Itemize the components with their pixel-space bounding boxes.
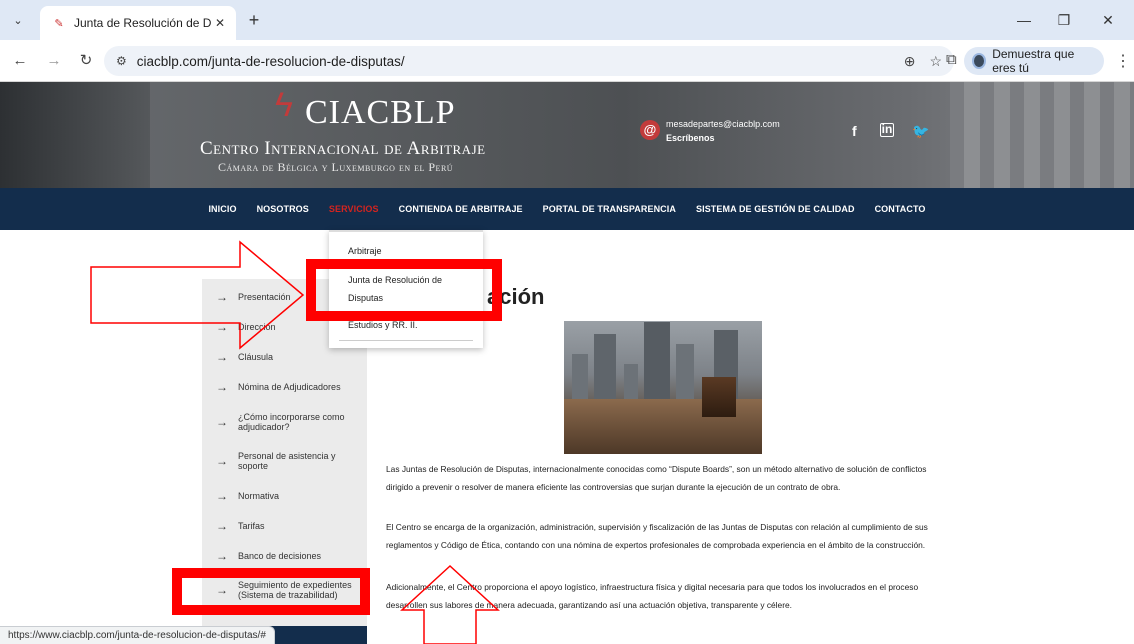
- arrow-right-icon: →: [216, 290, 228, 304]
- nav-calidad[interactable]: SISTEMA DE GESTIÓN DE CALIDAD: [696, 204, 855, 214]
- nav-servicios[interactable]: SERVICIOS: [329, 204, 379, 214]
- site-favicon-icon: ✎: [54, 17, 64, 30]
- minimize-icon[interactable]: —: [1014, 10, 1034, 30]
- arrow-right-icon: →: [216, 454, 228, 468]
- arrow-right-icon: →: [216, 415, 228, 429]
- site-info-icon[interactable]: ⚙: [116, 54, 127, 68]
- annotation-box-seguimiento: [172, 568, 370, 615]
- linkedin-icon[interactable]: in: [880, 123, 894, 137]
- arrow-right-icon: →: [216, 489, 228, 503]
- arrow-right-icon: →: [216, 380, 228, 394]
- url-text[interactable]: ciacblp.com/junta-de-resolucion-de-dispu…: [137, 54, 890, 69]
- sidebar-item-personal[interactable]: → Personal de asistencia y soporte: [202, 451, 367, 471]
- dropdown-item-arbitraje[interactable]: Arbitraje: [348, 246, 382, 256]
- new-tab-button[interactable]: +: [244, 11, 264, 31]
- close-tab-icon[interactable]: ✕: [212, 16, 228, 30]
- logo-name[interactable]: CIACBLP: [305, 94, 456, 132]
- header-bg-right: [950, 82, 1134, 188]
- zoom-icon[interactable]: ⊕: [904, 53, 916, 70]
- sidebar-item-nomina[interactable]: → Nómina de Adjudicadores: [202, 380, 367, 394]
- reload-icon[interactable]: ↻: [76, 51, 96, 71]
- site-header: [0, 82, 1134, 188]
- link-status-bar: https://www.ciacblp.com/junta-de-resoluc…: [0, 626, 275, 644]
- arrow-right-icon: →: [216, 350, 228, 364]
- sidebar-item-normativa[interactable]: → Normativa: [202, 489, 367, 503]
- extensions-icon[interactable]: ⧉: [946, 51, 957, 68]
- annotation-box-junta: [306, 259, 502, 321]
- nav-nosotros[interactable]: NOSOTROS: [257, 204, 309, 214]
- bookmark-star-icon[interactable]: ☆: [929, 53, 942, 70]
- nav-contacto[interactable]: CONTACTO: [875, 204, 926, 214]
- address-bar[interactable]: ⚙ ciacblp.com/junta-de-resolucion-de-dis…: [104, 46, 954, 76]
- close-window-icon[interactable]: ✕: [1098, 10, 1118, 30]
- hero-image: [564, 321, 762, 454]
- sidebar-item-incorporarse[interactable]: → ¿Cómo incorporarse como adjudicador?: [202, 412, 367, 432]
- back-icon[interactable]: ←: [10, 51, 30, 71]
- restore-icon[interactable]: ❐: [1054, 10, 1074, 30]
- paragraph-3: Adicionalmente, el Centro proporciona el…: [386, 582, 919, 610]
- header-bg-left: [0, 82, 150, 188]
- paragraph-1: Las Juntas de Resolución de Disputas, in…: [386, 464, 927, 492]
- dropdown-item-estudios[interactable]: Estudios y RR. II.: [348, 320, 418, 330]
- browser-toolbar: ← → ↻ ⚙ ciacblp.com/junta-de-resolucion-…: [0, 40, 1134, 82]
- paragraph-2: El Centro se encarga de la organización,…: [386, 522, 928, 550]
- logo-mark-icon[interactable]: ϟ: [275, 86, 293, 125]
- arrow-right-icon: →: [216, 519, 228, 533]
- dropdown-divider: [339, 340, 473, 341]
- facebook-icon[interactable]: f: [852, 123, 857, 139]
- logo-subtitle: Centro Internacional de Arbitraje: [200, 138, 486, 159]
- tab-title: Junta de Resolución de Disputa: [74, 16, 212, 30]
- main-nav: INICIO NOSOTROS SERVICIOS CONTIENDA DE A…: [0, 188, 1134, 230]
- twitter-icon[interactable]: 🐦: [912, 123, 929, 140]
- profile-label: Demuestra que eres tú: [992, 47, 1075, 75]
- email-at-icon: @: [640, 120, 660, 140]
- avatar: [972, 53, 987, 69]
- browser-tab-strip: ⌄ ✎ Junta de Resolución de Disputa ✕ + —…: [0, 0, 1134, 40]
- sidebar-item-clausula[interactable]: → Cláusula: [202, 350, 367, 364]
- forward-icon[interactable]: →: [44, 51, 64, 71]
- arrow-right-icon: →: [216, 320, 228, 334]
- contact-cta[interactable]: Escríbenos: [666, 133, 715, 143]
- tab-search-icon[interactable]: ⌄: [8, 10, 28, 30]
- sidebar-item-banco[interactable]: → Banco de decisiones: [202, 549, 367, 563]
- arrow-right-icon: →: [216, 549, 228, 563]
- nav-inicio[interactable]: INICIO: [208, 204, 236, 214]
- contact-email[interactable]: mesadepartes@ciacblp.com: [666, 119, 780, 129]
- browser-tab[interactable]: ✎ Junta de Resolución de Disputa ✕: [40, 6, 236, 40]
- profile-chip[interactable]: Demuestra que eres tú: [964, 47, 1104, 75]
- sidebar-item-tarifas[interactable]: → Tarifas: [202, 519, 367, 533]
- logo-subtitle-2: Cámara de Bélgica y Luxemburgo en el Per…: [218, 160, 454, 174]
- browser-menu-icon[interactable]: ⋮: [1115, 51, 1131, 71]
- nav-contienda[interactable]: CONTIENDA DE ARBITRAJE: [399, 204, 523, 214]
- nav-transparencia[interactable]: PORTAL DE TRANSPARENCIA: [543, 204, 676, 214]
